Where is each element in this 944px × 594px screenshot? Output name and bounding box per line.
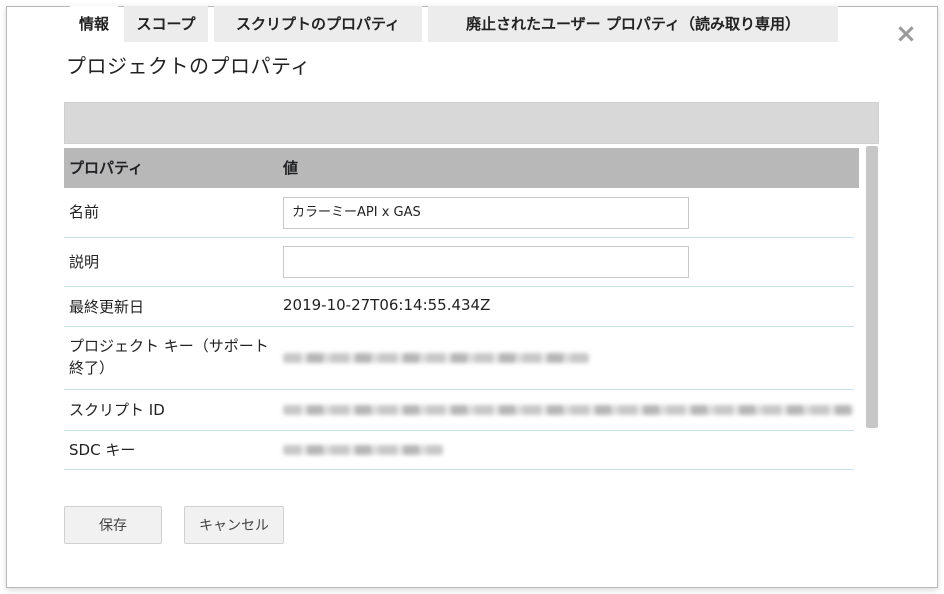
cancel-button[interactable]: キャンセル	[184, 506, 284, 544]
close-icon[interactable]: ×	[894, 21, 918, 47]
save-button[interactable]: 保存	[64, 506, 162, 544]
project-key-blurred-value	[283, 353, 589, 363]
row-label-last-modified: 最終更新日	[69, 298, 145, 316]
tab-deprecated-user-properties[interactable]: 廃止されたユーザー プロパティ（読み取り専用）	[428, 6, 838, 42]
header-property: プロパティ	[69, 159, 144, 177]
sdc-key-blurred-value	[283, 445, 443, 455]
header-value: 値	[283, 159, 299, 177]
table-row: 最終更新日 2019-10-27T06:14:55.434Z	[64, 287, 854, 327]
tab-info[interactable]: 情報	[70, 6, 118, 42]
description-input[interactable]	[283, 246, 689, 278]
script-id-blurred-value	[283, 405, 853, 415]
row-label-description: 説明	[69, 253, 100, 271]
row-label-project-key: プロジェクト キー（サポート終了）	[69, 337, 269, 377]
table-scrollbar[interactable]	[866, 146, 878, 428]
tab-script-properties[interactable]: スクリプトのプロパティ	[214, 6, 422, 42]
table-row: 説明	[64, 238, 854, 287]
row-label-script-id: スクリプト ID	[69, 401, 165, 419]
table-row: プロジェクト キー（サポート終了）	[64, 327, 854, 390]
tab-bar	[64, 102, 879, 144]
name-input[interactable]: カラーミーAPI x GAS	[283, 197, 689, 229]
tab-scopes[interactable]: スコープ	[124, 6, 208, 42]
dialog-title: プロジェクトのプロパティ	[66, 54, 311, 78]
table-row: スクリプト ID	[64, 390, 854, 431]
properties-table: プロパティ 値 名前 カラーミーAPI x GAS 説明 最終更新日 2019-…	[64, 144, 859, 476]
last-modified-value: 2019-10-27T06:14:55.434Z	[283, 296, 491, 314]
row-label-name: 名前	[69, 203, 100, 221]
table-header: プロパティ 値	[64, 148, 859, 188]
table-row: 名前 カラーミーAPI x GAS	[64, 188, 854, 238]
table-row: SDC キー	[64, 431, 854, 470]
row-label-sdc-key: SDC キー	[69, 441, 136, 459]
